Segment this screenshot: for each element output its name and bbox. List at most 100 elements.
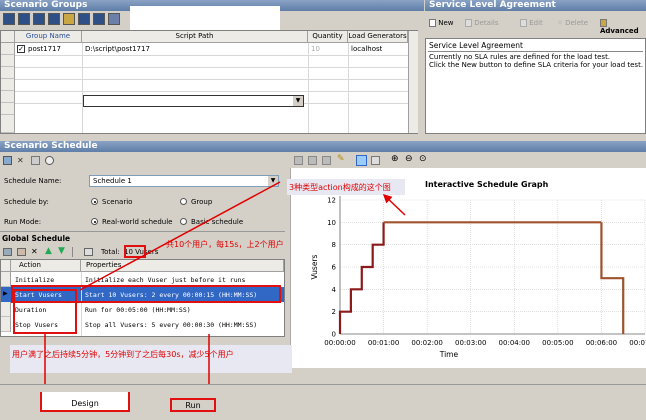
sla-advanced-button[interactable]: Advanced bbox=[600, 19, 646, 35]
add-point-icon[interactable] bbox=[308, 156, 317, 165]
quantity-cell: 10 bbox=[311, 45, 320, 53]
advanced-icon bbox=[600, 19, 607, 27]
zoom-reset-icon[interactable]: ⊙ bbox=[419, 154, 427, 164]
sla-details-button[interactable]: Details bbox=[465, 19, 499, 27]
row-pointer-icon: ▶ bbox=[3, 290, 8, 297]
sla-new-button[interactable]: New bbox=[429, 19, 454, 31]
group-row[interactable]: ✓ post1717 D:\script\post1717 10 localho… bbox=[15, 43, 408, 55]
y-tick-label: 6 bbox=[332, 264, 337, 272]
col-script-path[interactable]: Script Path bbox=[82, 31, 308, 43]
col-group-name[interactable]: Group Name bbox=[15, 31, 82, 43]
action-cell: Initialize bbox=[15, 276, 55, 284]
sla-box-title: Service Level Agreement bbox=[429, 41, 523, 50]
start-group-icon[interactable] bbox=[3, 13, 15, 25]
annotation-graph-note: 3种类型action构成的这个图 bbox=[289, 183, 391, 192]
grid-corner bbox=[1, 260, 11, 272]
schedule-by-label: Schedule by: bbox=[4, 198, 49, 206]
run-view-icon[interactable] bbox=[63, 13, 75, 25]
row-header bbox=[1, 103, 15, 115]
schedule-by-scenario-label: Scenario bbox=[102, 198, 133, 206]
move-down-icon[interactable]: ▼ bbox=[58, 246, 65, 256]
row-header bbox=[1, 115, 15, 133]
series-line-start-vusers bbox=[338, 222, 385, 334]
tab-design[interactable]: Design bbox=[40, 392, 130, 412]
col-load-generators[interactable]: Load Generators bbox=[348, 31, 408, 43]
schedule-by-scenario-radio[interactable] bbox=[91, 198, 98, 205]
chevron-down-icon[interactable]: ▼ bbox=[268, 176, 278, 186]
edit-action-icon[interactable] bbox=[3, 248, 12, 256]
load-generator-cell: localhost bbox=[351, 45, 383, 53]
row-header bbox=[1, 55, 15, 67]
zoom-in-icon[interactable]: ⊕ bbox=[391, 154, 399, 164]
sla-line-1: Currently no SLA rules are defined for t… bbox=[429, 53, 611, 61]
redacted-area bbox=[130, 6, 280, 30]
sla-toolbar: New Details Edit ✕ Delete Advanced bbox=[425, 11, 646, 37]
interactive-mode-icon[interactable] bbox=[356, 155, 367, 166]
row-header bbox=[1, 79, 15, 91]
x-tick-label: 00:05:00 bbox=[542, 339, 573, 347]
y-tick-label: 8 bbox=[332, 241, 336, 249]
rename-schedule-icon[interactable] bbox=[31, 156, 40, 165]
stop-group-icon[interactable] bbox=[18, 13, 30, 25]
sla-title: Service Level Agreement bbox=[429, 0, 556, 10]
vusers-icon[interactable] bbox=[48, 13, 60, 25]
row-header bbox=[1, 67, 15, 79]
group-enabled-checkbox[interactable]: ✓ bbox=[17, 45, 25, 53]
annotation-users-note: 共10个用户，每15s，上2个用户 bbox=[166, 240, 284, 249]
fit-graph-icon[interactable] bbox=[371, 156, 380, 165]
annotation-duration-note: 用户满了之后持续5分钟，5分钟到了之后每30s，减少5个用户 bbox=[12, 350, 234, 359]
properties-cell: Initialize each Vuser just before it run… bbox=[85, 276, 246, 284]
run-mode-basic-radio[interactable] bbox=[180, 218, 187, 225]
row-header bbox=[1, 91, 15, 103]
schedule-toolbar: ✕ bbox=[0, 153, 285, 168]
properties-cell: Run for 00:05:00 (HH:MM:SS) bbox=[85, 306, 191, 314]
schedule-graph-area: Interactive Schedule Graph 0 2 4 6 8 10 12 00:0… bbox=[290, 168, 646, 368]
schedule-by-group-label: Group bbox=[191, 198, 213, 206]
separator-icon bbox=[72, 247, 73, 257]
row-header bbox=[1, 43, 15, 55]
edit-icon bbox=[520, 19, 527, 27]
scenario-schedule-title: Scenario Schedule bbox=[4, 141, 98, 151]
group-name-cell: post1717 bbox=[28, 45, 61, 53]
script-settings-icon[interactable] bbox=[108, 13, 120, 25]
annotation-box-actions bbox=[13, 289, 77, 334]
sla-edit-button[interactable]: Edit bbox=[520, 19, 543, 27]
script-path-cell: D:\script\post1717 bbox=[85, 45, 150, 53]
schedule-options-icon[interactable] bbox=[45, 156, 54, 165]
x-tick-label: 00:01:00 bbox=[368, 339, 399, 347]
y-tick-label: 0 bbox=[332, 331, 336, 339]
move-up-icon[interactable]: ▲ bbox=[45, 246, 52, 256]
grid-scrollbar[interactable] bbox=[408, 31, 418, 133]
new-schedule-icon[interactable] bbox=[3, 156, 12, 165]
properties-cell: Stop all Vusers: 5 every 00:00:30 (HH:MM… bbox=[85, 321, 258, 329]
group-dropdown[interactable]: ▼ bbox=[83, 95, 304, 107]
schedule-by-group-radio[interactable] bbox=[180, 198, 187, 205]
x-tick-label: 00:04:00 bbox=[499, 339, 530, 347]
chevron-down-icon[interactable]: ▼ bbox=[293, 96, 303, 106]
details-icon[interactable] bbox=[78, 13, 90, 25]
schedule-name-select[interactable]: Schedule 1 ▼ bbox=[89, 175, 279, 187]
view-script-icon[interactable] bbox=[93, 13, 105, 25]
schedule-chart[interactable]: 0 2 4 6 8 10 12 00:00:00 00:01:00 00:02:00 00:03:0… bbox=[291, 168, 646, 368]
y-tick-label: 10 bbox=[327, 219, 336, 227]
pencil-icon[interactable]: ✎ bbox=[337, 154, 345, 164]
sla-delete-button[interactable]: ✕ Delete bbox=[557, 19, 588, 27]
col-quantity[interactable]: Quantity bbox=[308, 31, 348, 43]
delete-action-icon[interactable]: ✕ bbox=[31, 247, 38, 256]
add-action-icon[interactable] bbox=[17, 248, 26, 256]
total-label: Total: bbox=[101, 248, 120, 256]
zoom-out-icon[interactable]: ⊖ bbox=[405, 154, 413, 164]
select-icon[interactable] bbox=[294, 156, 303, 165]
tab-run[interactable]: Run bbox=[170, 398, 216, 412]
sla-line-2: Click the New button to define SLA crite… bbox=[429, 61, 644, 69]
delete-point-icon[interactable] bbox=[322, 156, 331, 165]
col-action[interactable]: Action bbox=[11, 260, 81, 272]
sla-message-box: Service Level Agreement Currently no SLA… bbox=[425, 38, 646, 134]
reset-group-icon[interactable] bbox=[33, 13, 45, 25]
delete-schedule-icon[interactable]: ✕ bbox=[17, 156, 26, 165]
col-properties[interactable]: Properties bbox=[81, 260, 284, 272]
sla-header: Service Level Agreement bbox=[425, 0, 646, 11]
details-toggle-icon[interactable] bbox=[84, 248, 93, 256]
run-mode-real-radio[interactable] bbox=[91, 218, 98, 225]
graph-toolbar: ✎ ⊕ ⊖ ⊙ bbox=[290, 153, 646, 168]
